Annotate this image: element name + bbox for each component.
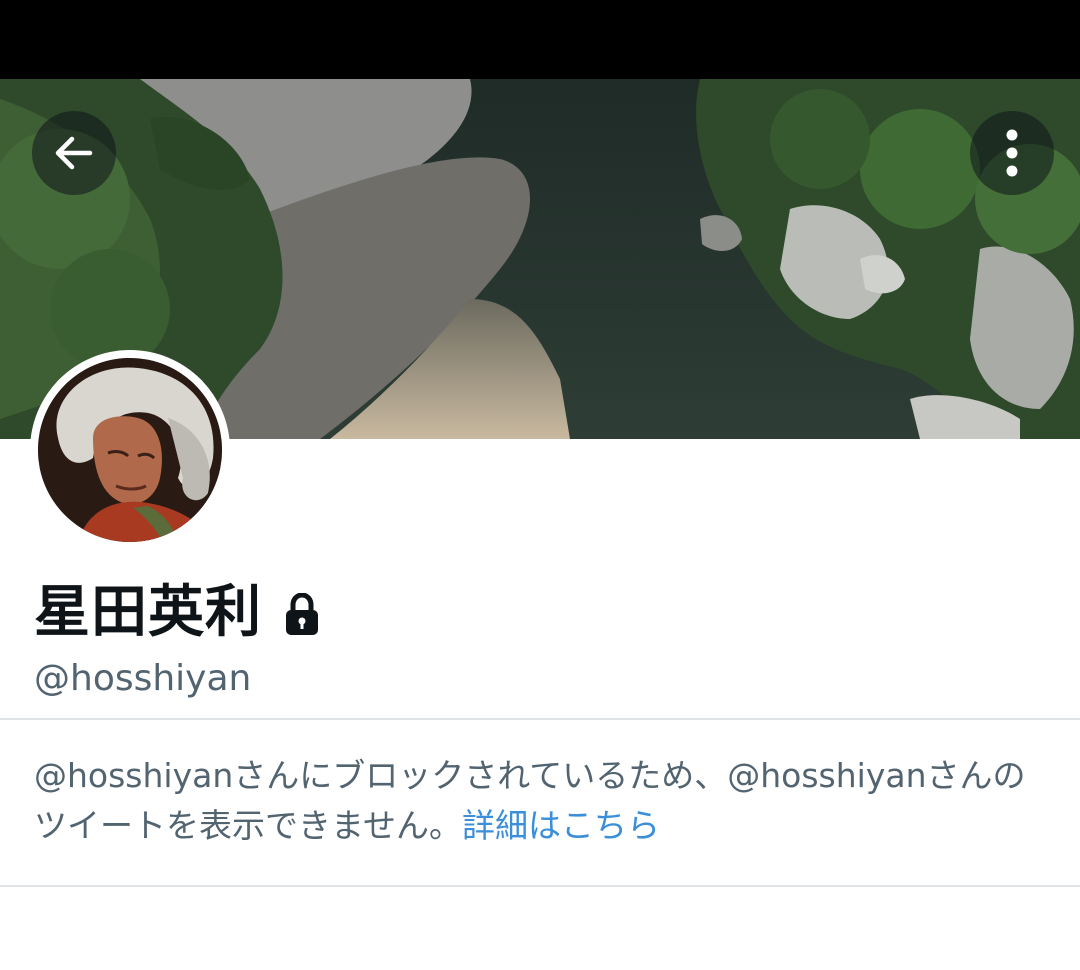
profile-handle: @hosshiyan [34,658,252,699]
avatar-image [38,358,222,542]
lock-icon [284,592,320,641]
blocked-notice: @hosshiyanさんにブロックされているため、@hosshiyanさんのツイ… [34,751,1044,851]
more-vertical-icon [1006,129,1018,177]
divider [0,718,1080,720]
display-name: 星田英利 [34,580,262,645]
arrow-left-icon [55,136,93,170]
learn-more-link[interactable]: 詳細はこちら [462,806,660,845]
more-options-button[interactable] [970,111,1054,195]
back-button[interactable] [32,111,116,195]
divider [0,885,1080,887]
profile-avatar[interactable] [30,350,230,550]
profile-name-row: 星田英利 [34,578,320,648]
status-bar [0,0,1080,79]
